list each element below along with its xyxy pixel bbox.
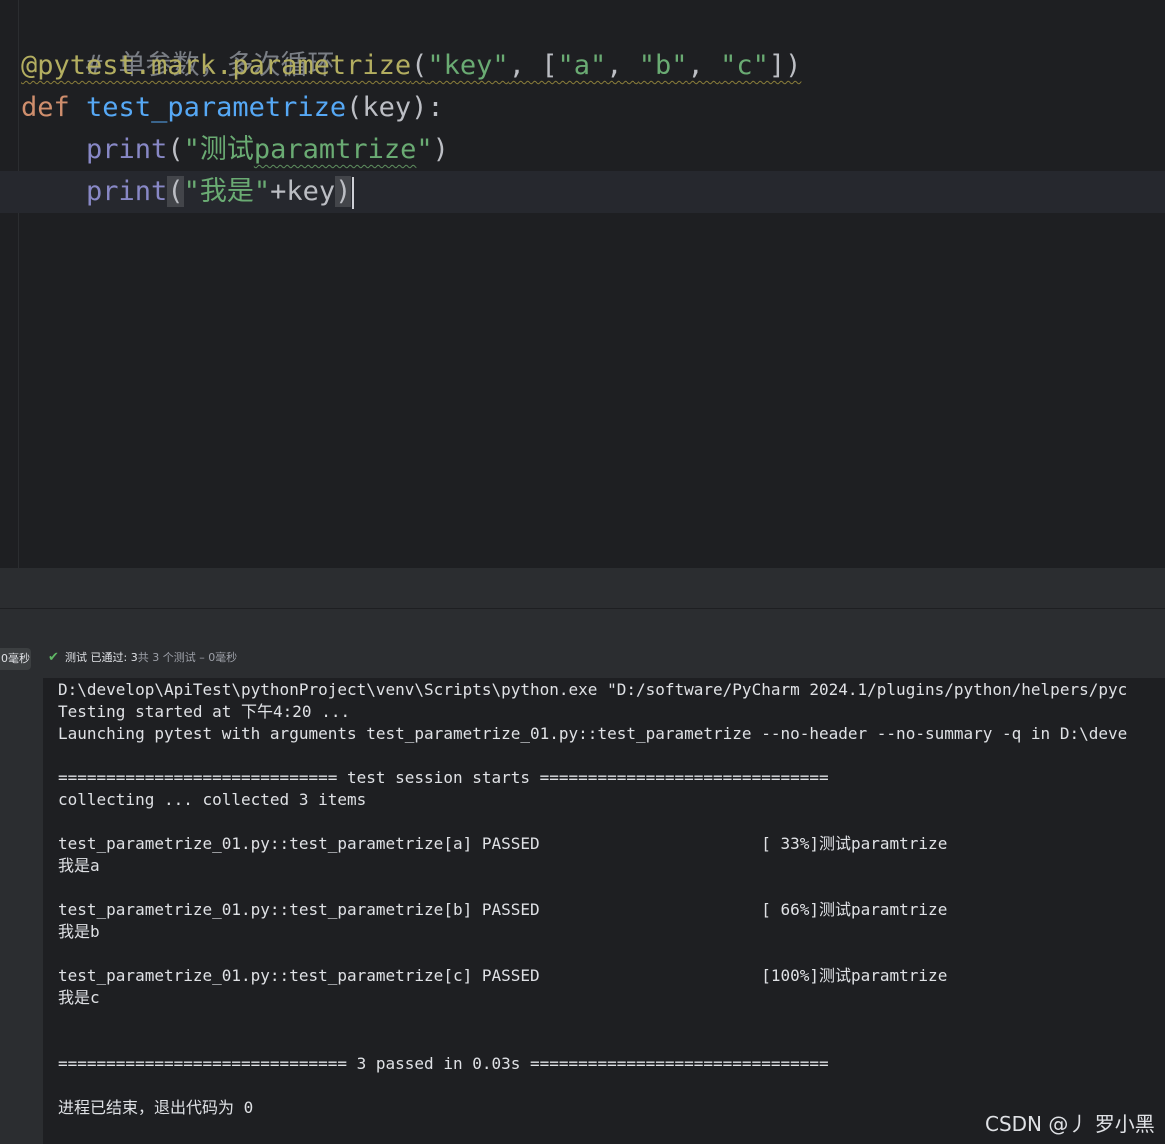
test-duration-badge[interactable]: 0毫秒 (0, 648, 31, 670)
paren-open: ( (167, 134, 184, 165)
console-line: 我是c (58, 988, 100, 1007)
paren-close: ) (432, 134, 449, 165)
decorator-text: @pytest.mark.parametrize (21, 50, 412, 81)
panel-splitter[interactable] (0, 568, 1165, 608)
string-typo-part: paramtrize (253, 134, 417, 165)
keyword-def: def (21, 92, 70, 123)
code-line-3[interactable]: def test_parametrize(key): (21, 87, 444, 129)
builtin-print: print (86, 176, 168, 207)
string-a: "a" (557, 50, 607, 81)
code-editor[interactable]: # 单参数，多次循环 @pytest.mark.parametrize("key… (0, 0, 1165, 568)
code-line-4[interactable]: print("测试paramtrize") (21, 129, 449, 171)
status-label: 测试 (65, 651, 87, 664)
test-status-bar: ✔ 测试 已通过: 3共 3 个测试 – 0毫秒 (43, 645, 1165, 678)
code-line-5[interactable]: print("我是"+key) (21, 171, 355, 213)
status-passed: 已通过: 3 (90, 651, 138, 664)
paren-open-matched: ( (167, 176, 184, 207)
separator: , [ (508, 50, 558, 81)
string-quote: " (416, 134, 433, 165)
code-line-2[interactable]: @pytest.mark.parametrize("key", ["a", "b… (21, 45, 801, 87)
console-line: test_parametrize_01.py::test_parametrize… (58, 900, 948, 919)
editor-gutter-divider (18, 0, 19, 568)
function-params: (key): (346, 92, 444, 123)
console-line: Testing started at 下午4:20 ... (58, 702, 351, 721)
console-line: ============================= test sessi… (58, 768, 829, 787)
text-caret (352, 176, 355, 209)
paren-open: ( (411, 50, 428, 81)
separator: , (606, 50, 639, 81)
builtin-print: print (86, 134, 168, 165)
status-total: 共 3 个测试 – 0毫秒 (137, 651, 238, 664)
string-c: "c" (720, 50, 769, 81)
string-key: "key" (427, 50, 509, 81)
console-line: test_parametrize_01.py::test_parametrize… (58, 966, 948, 985)
console-line: Launching pytest with arguments test_par… (58, 724, 1128, 743)
check-icon: ✔ (48, 650, 59, 665)
console-line: test_parametrize_01.py::test_parametrize… (58, 834, 948, 853)
function-name: test_parametrize (86, 92, 347, 123)
console-line: D:\develop\ApiTest\pythonProject\venv\Sc… (58, 680, 1128, 699)
string-part: "测试 (183, 134, 254, 165)
console-line: collecting ... collected 3 items (58, 790, 367, 809)
console-line: 进程已结束，退出代码为 0 (58, 1098, 254, 1117)
expression-text: +key (270, 176, 336, 207)
string-literal: "我是" (183, 176, 271, 207)
watermark-text: CSDN @丿 罗小黑 (985, 1112, 1155, 1136)
test-status-text: 测试 已通过: 3共 3 个测试 – 0毫秒 (65, 645, 237, 671)
console-output[interactable]: D:\develop\ApiTest\pythonProject\venv\Sc… (43, 678, 1165, 1144)
console-line: ============================== 3 passed … (58, 1054, 829, 1073)
string-b: "b" (638, 50, 688, 81)
separator: , (687, 50, 721, 81)
test-tree-panel[interactable] (0, 645, 43, 1144)
console-line: 我是b (58, 922, 100, 941)
paren-close-matched: ) (335, 176, 352, 207)
run-tool-window-header (0, 608, 1165, 646)
code-line-1[interactable]: # 单参数，多次循环 (21, 3, 335, 81)
console-line: 我是a (58, 856, 100, 875)
bracket-close: ]) (768, 50, 802, 81)
